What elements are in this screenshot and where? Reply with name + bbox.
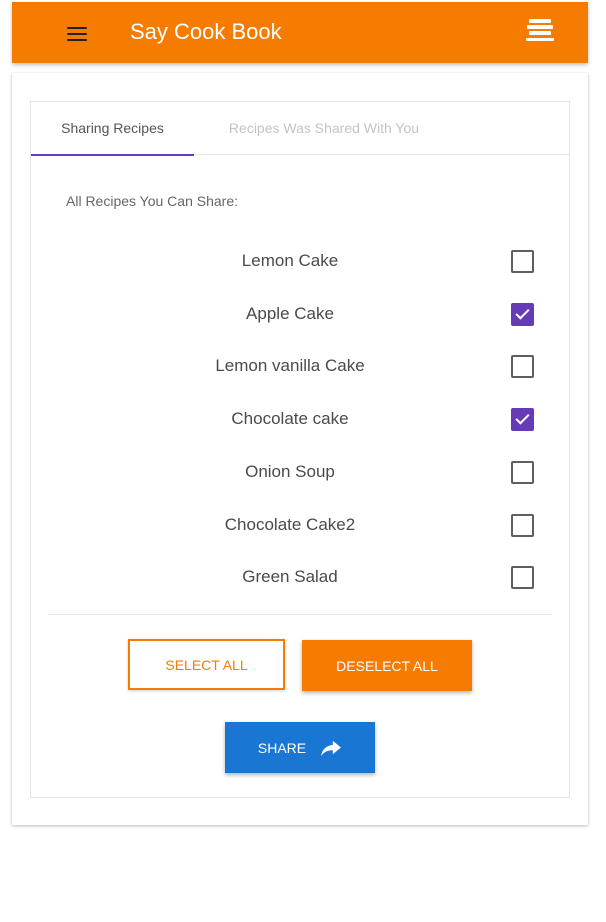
select-all-button[interactable]: SELECT ALL: [128, 639, 285, 690]
sharing-panel: Sharing Recipes Recipes Was Shared With …: [30, 101, 570, 798]
checkmark-icon: [515, 410, 530, 425]
recipe-checkbox[interactable]: [511, 355, 534, 379]
tab-sharing-recipes[interactable]: Sharing Recipes: [31, 102, 194, 156]
share-label: SHARE: [257, 739, 307, 756]
deselect-all-button[interactable]: DESELECT ALL: [302, 640, 472, 691]
recipe-name: Apple Cake: [246, 303, 334, 323]
recipe-row: Chocolate cake: [31, 400, 569, 440]
main-card: Sharing Recipes Recipes Was Shared With …: [12, 73, 588, 825]
recipe-checkbox[interactable]: [511, 460, 534, 484]
recipe-checkbox[interactable]: [511, 566, 534, 590]
recipe-checkbox[interactable]: [511, 302, 534, 326]
tab-recipes-shared-with-you[interactable]: Recipes Was Shared With You: [194, 102, 454, 155]
recipe-name: Onion Soup: [245, 461, 335, 481]
recipe-row: Onion Soup: [31, 453, 569, 493]
divider: [48, 614, 551, 615]
tab-bar: Sharing Recipes Recipes Was Shared With …: [31, 102, 569, 156]
select-all-label: SELECT ALL: [165, 656, 248, 673]
app-bar: Say Cook Book: [12, 2, 588, 63]
deselect-all-label: DESELECT ALL: [336, 657, 438, 674]
section-label: All Recipes You Can Share:: [66, 193, 238, 209]
recipe-row: Green Salad: [31, 558, 569, 598]
recipe-name: Green Salad: [242, 567, 338, 587]
book-stack-icon[interactable]: [525, 17, 555, 45]
recipe-row: Lemon Cake: [31, 242, 569, 282]
recipe-row: Lemon vanilla Cake: [31, 347, 569, 387]
checkmark-icon: [515, 305, 530, 320]
recipe-name: Lemon Cake: [241, 251, 339, 270]
recipe-name: Chocolate cake: [231, 409, 349, 429]
recipe-row: Chocolate Cake2: [31, 506, 569, 546]
share-arrow-icon: [321, 740, 342, 756]
recipe-checkbox[interactable]: [511, 408, 534, 432]
recipe-checkbox[interactable]: [511, 513, 534, 537]
recipe-name: Lemon vanilla Cake: [215, 356, 365, 376]
recipe-name: Chocolate Cake2: [224, 514, 356, 534]
menu-icon[interactable]: [67, 23, 89, 41]
share-button[interactable]: SHARE: [225, 722, 375, 773]
app-title: Say Cook Book: [130, 19, 282, 44]
recipe-row: Apple Cake: [31, 295, 569, 335]
recipe-checkbox[interactable]: [511, 250, 534, 273]
